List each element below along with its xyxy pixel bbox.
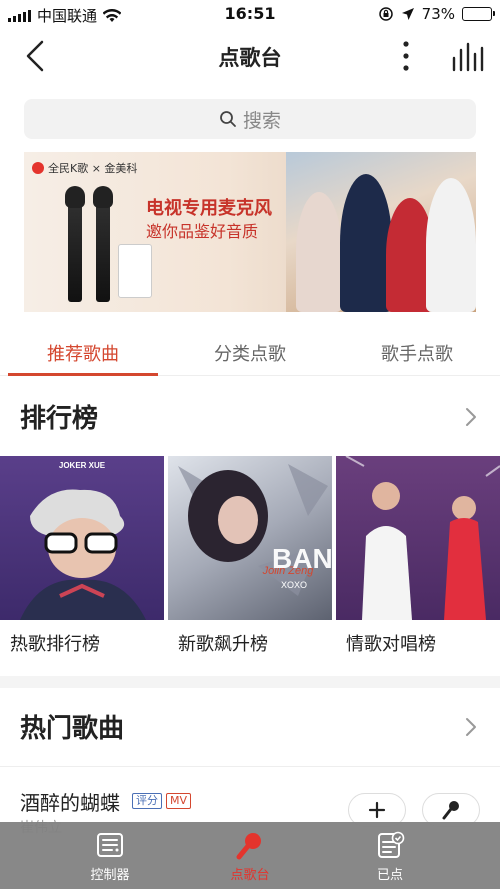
active-tab-indicator [8, 373, 158, 376]
page-title: 点歌台 [218, 46, 282, 70]
section-divider [0, 676, 500, 688]
battery-percent: 73% [421, 5, 455, 23]
ranking-card-label: 热歌排行榜 [10, 634, 100, 655]
person-figure [296, 192, 342, 312]
cover-art: JOKER XUE [20, 461, 146, 620]
ranking-card-label: 新歌飙升榜 [178, 634, 268, 655]
ranking-card-label: 情歌对唱榜 [346, 634, 436, 655]
ranking-title: 排行榜 [20, 404, 99, 434]
search-placeholder: 搜索 [242, 109, 281, 132]
person-figure [426, 178, 476, 312]
tab-recommended[interactable]: 推荐歌曲 [0, 340, 166, 366]
cover-image: Jolin Zeng BAN THE WUR XOXO [168, 456, 332, 620]
tab-controller[interactable]: 控制器 [55, 830, 165, 883]
battery-icon [462, 7, 495, 21]
banner-people-image [286, 152, 476, 312]
status-bar: 中国联通 16:51 73% [0, 0, 500, 28]
ranking-card-duet[interactable]: 情歌对唱榜 [336, 456, 500, 664]
kge-logo-icon [32, 162, 44, 174]
ordered-list-icon [378, 831, 405, 858]
search-input[interactable]: 搜索 [24, 99, 476, 139]
promo-banner[interactable]: 全民K歌 × 金美科 电视专用麦克风 邀你品鉴好音质 [24, 152, 476, 312]
more-vertical-icon[interactable] [396, 38, 416, 74]
tab-song-station[interactable]: 点歌台 [195, 830, 305, 883]
tab-label: 点歌台 [230, 868, 270, 883]
nav-bar: 点歌台 [0, 28, 500, 84]
person-figure [340, 174, 392, 312]
bottom-tab-bar: 控制器 点歌台 已点 [0, 822, 500, 889]
song-station-icon [236, 833, 261, 860]
score-badge: 评分 [132, 793, 162, 809]
banner-brand-text: 全民K歌 × 金美科 [48, 162, 138, 175]
chevron-right-icon [466, 718, 476, 736]
microphone-image [93, 186, 113, 302]
status-right: 73% [378, 5, 495, 23]
equalizer-icon[interactable] [450, 40, 486, 74]
ranking-card-hot[interactable]: JOKER XUE 热歌排行榜 [0, 456, 164, 664]
plus-icon [368, 801, 386, 819]
mv-badge: MV [166, 793, 192, 809]
tab-category[interactable]: 分类点歌 [167, 340, 333, 366]
banner-brand: 全民K歌 × 金美科 [32, 160, 137, 176]
ranking-card-new[interactable]: Jolin Zeng BAN THE WUR XOXO 新歌飙升榜 [168, 456, 332, 664]
hot-songs-title: 热门歌曲 [20, 714, 125, 744]
tab-ordered[interactable]: 已点 [335, 830, 445, 883]
chevron-right-icon [466, 408, 476, 426]
cover-image [336, 456, 500, 620]
cover-image: JOKER XUE [0, 456, 164, 620]
ranking-header[interactable]: 排行榜 [0, 378, 500, 454]
location-icon [401, 8, 414, 20]
song-title: 酒醉的蝴蝶 [20, 791, 120, 815]
banner-subtitle: 邀你品鉴好音质 [146, 222, 259, 241]
cover-art: Jolin Zeng BAN THE WUR XOXO [178, 464, 332, 596]
cover-text: BAN THE WUR [272, 543, 332, 574]
cover-art [345, 456, 500, 620]
banner-title: 电视专用麦克风 [146, 198, 272, 219]
cover-text: JOKER XUE [59, 461, 106, 470]
microphone-icon [442, 801, 459, 820]
rotation-lock-icon [378, 7, 393, 21]
receiver-image [118, 244, 152, 298]
microphone-image [65, 186, 85, 302]
tab-label: 控制器 [90, 868, 130, 883]
controller-icon [97, 833, 123, 857]
tab-singer[interactable]: 歌手点歌 [334, 340, 500, 366]
search-icon [220, 111, 236, 127]
category-tabs: 推荐歌曲 分类点歌 歌手点歌 [0, 330, 500, 376]
cover-text: XOXO [281, 580, 307, 590]
hot-songs-header[interactable]: 热门歌曲 [0, 688, 500, 764]
tab-label: 已点 [376, 868, 403, 883]
